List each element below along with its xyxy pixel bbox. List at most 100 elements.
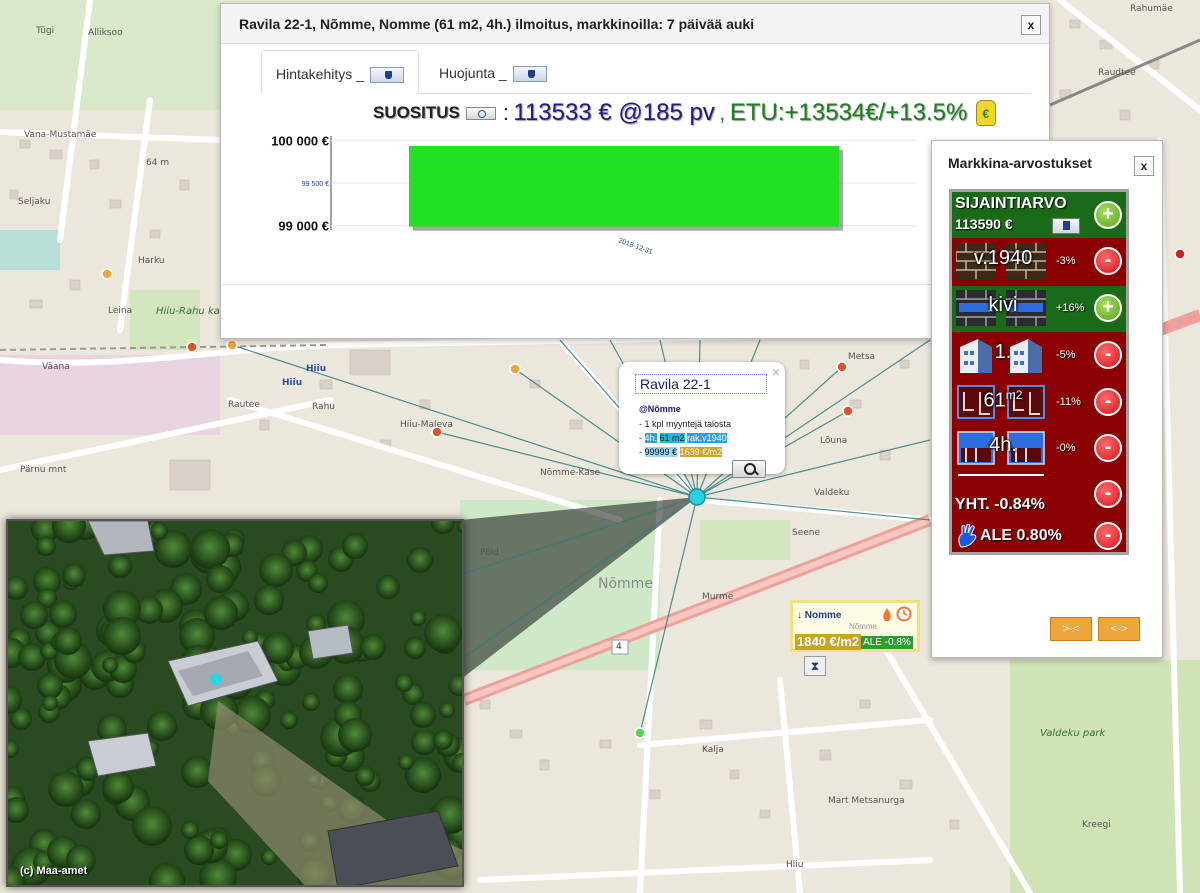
rooms-overlay: 4h. (989, 434, 1017, 456)
tree-crown (210, 831, 228, 849)
export-icon[interactable] (1052, 218, 1080, 234)
tree-crown (280, 711, 298, 729)
tree-crown (54, 627, 82, 655)
tree-crown (62, 563, 86, 587)
popup-title[interactable]: Ravila 22-1 (635, 374, 767, 394)
subtract-button[interactable]: - (1094, 434, 1122, 462)
street-label: Valdeku (814, 488, 850, 498)
street-label: Hiiu (786, 860, 804, 870)
tree-crown (102, 657, 118, 673)
street-label: Lõuna (820, 436, 848, 446)
tab-volatility[interactable]: Huojunta _ (425, 50, 561, 94)
tab-label: Huojunta _ (439, 65, 507, 81)
hand-icon (958, 524, 977, 548)
location-value: 113590 € (955, 216, 1013, 232)
street-label: Pärnu mnt (20, 465, 67, 475)
tree-crown (49, 600, 77, 628)
popup-close-icon[interactable]: × (772, 364, 780, 380)
chart-svg: 100 000 € 99 500 € 99 000 € 2018-12-31 (271, 133, 916, 256)
floor-overlay: 1. (994, 341, 1012, 363)
advantage-value: ETU:+13534€/+13.5% (729, 99, 968, 126)
tree-crown (150, 522, 168, 540)
price-chart: 100 000 € 99 500 € 99 000 € 2018-12-31 (221, 133, 1049, 260)
tree-crown (376, 575, 400, 599)
export-icon[interactable] (512, 66, 547, 83)
add-button[interactable]: + (1094, 294, 1122, 322)
location-value-row: SIJAINTIARVO 113590 € + (952, 192, 1126, 238)
year-overlay: v.1940 (973, 247, 1033, 269)
tree-crown (333, 674, 363, 704)
subtract-button[interactable]: - (1094, 522, 1122, 550)
tree-crown (108, 554, 132, 578)
street-label: Kalja (702, 745, 724, 755)
street-label: Mart Metsanurga (828, 796, 905, 806)
popup-bullet: - (639, 433, 645, 443)
street-label: Murme (702, 592, 734, 602)
recommendation-line: SUOSITUS : 113533 € @185 pv , ETU:+13534… (373, 99, 1013, 129)
valuation-box: SIJAINTIARVO 113590 € + v.1940 -3% - kiv… (949, 189, 1129, 555)
collapse-button[interactable]: >-< (1050, 617, 1092, 641)
street-label: Harku (138, 256, 165, 266)
tree-crown (439, 702, 455, 718)
material-row: kivi +16% + (952, 286, 1126, 332)
target-marker[interactable] (688, 488, 706, 506)
year-pct: -3% (1056, 255, 1076, 267)
tree-crown (360, 634, 386, 660)
add-button[interactable]: + (1094, 201, 1122, 229)
close-button[interactable]: x (1021, 15, 1041, 35)
tree-crown (103, 617, 141, 655)
area-name-text: Nomme (804, 610, 842, 621)
subtract-button[interactable]: - (1094, 480, 1122, 508)
y-tick-label: 99 500 € (302, 181, 329, 188)
subtract-button[interactable]: - (1094, 341, 1122, 369)
tab-price-history[interactable]: Hintakehitys _ (261, 50, 419, 94)
material-pct: +16% (1056, 302, 1085, 314)
tree-crown (184, 835, 214, 865)
panel-close-button[interactable]: x (1134, 156, 1154, 176)
hourglass-icon[interactable]: ⧗ (804, 656, 826, 676)
zoom-icon[interactable] (732, 460, 766, 478)
subtract-button[interactable]: - (1094, 388, 1122, 416)
area-sub: Nõmme (849, 622, 878, 631)
export-icon[interactable] (369, 67, 404, 84)
tree-crown (181, 756, 213, 788)
aerial-credit: (c) Maa-amet (20, 865, 88, 877)
magnifier-icon[interactable] (466, 106, 497, 120)
y-tick-label: 100 000 € (271, 134, 329, 148)
property-popup: × Ravila 22-1 @Nõmme - 1 kpl myyntejä ta… (619, 362, 785, 478)
popup-area: @Nõmme (639, 404, 681, 414)
y-tick-label: 99 000 € (278, 219, 329, 234)
park-label: Valdeku park (1040, 728, 1106, 739)
area-sqm-price: 1840 €/m2 (795, 634, 862, 650)
subtract-button[interactable]: - (1094, 247, 1122, 275)
location-label: SIJAINTIARVO (955, 195, 1067, 212)
street-label: Põld (480, 548, 499, 558)
trend-icons (879, 606, 913, 623)
listing-dialog: Ravila 22-1, Nõmme, Nomme (61 m2, 4h.) i… (220, 3, 1050, 339)
popup-rooms: 4h. (644, 433, 658, 443)
tree-crown (342, 533, 368, 559)
street-label: Nõmme-Kase (540, 468, 601, 478)
aerial-image (8, 521, 462, 885)
tree-crown (190, 529, 230, 569)
size-row: 61m2 -11% - (952, 380, 1126, 426)
expand-button[interactable]: <-> (1098, 617, 1140, 641)
brick-wall-icon: v.1940 (956, 243, 1050, 281)
street-label: Rahumäe (1130, 4, 1173, 14)
tree-crown (308, 573, 328, 593)
divider (958, 474, 1044, 476)
tree-crown (102, 771, 134, 803)
aerial-photo[interactable]: (c) Maa-amet (6, 519, 464, 887)
popup-year: rak.v1940 (687, 433, 727, 443)
area-label: Nõmme (598, 576, 653, 592)
station-label: Hiiu (306, 364, 327, 374)
area-price-badge[interactable]: ↓ Nomme Nõmme 1840 €/m2 ALE -0.8% (790, 600, 920, 652)
fire-icon (883, 608, 891, 621)
street-label: Hiiu-Maleva (400, 420, 453, 430)
street-label: Leina (108, 306, 133, 316)
recommendation-label: SUOSITUS (373, 103, 460, 122)
market-valuation-panel: Markkina-arvostukset x SIJAINTIARVO 1135… (931, 140, 1163, 658)
road-number: 4 (616, 642, 622, 652)
street-label: Kreegi (1082, 820, 1111, 830)
tree-crown (206, 565, 234, 593)
